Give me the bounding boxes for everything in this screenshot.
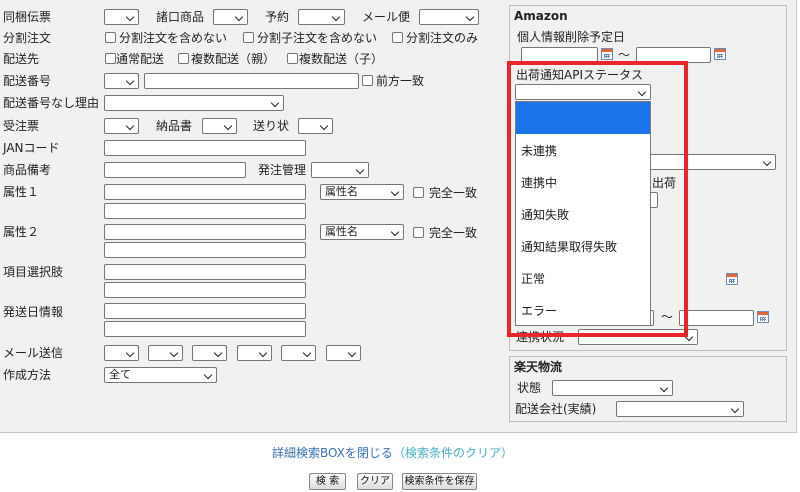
clear-button[interactable]: クリア [357,473,393,490]
haiso-nashi-label: 配送番号なし理由 [3,96,100,110]
bunkatsu-label: 分割注文 [3,31,52,45]
zokusei1-kanzen-checkbox[interactable] [413,187,424,198]
nohinsho-label: 納品書 [156,119,193,133]
zokusei1-label: 属性１ [3,185,40,199]
hasso-input-2[interactable] [104,321,306,337]
kojin-label: 個人情報削除予定日 [517,30,626,44]
dokon-label: 同梱伝票 [3,10,52,24]
zokusei1-input-1[interactable] [104,184,306,200]
haisosaki-checkbox-3[interactable] [287,53,298,64]
okurijo-label: 送り状 [253,119,290,133]
zokusei1-name-select[interactable]: 属性名 [320,184,404,200]
bunkatsu-opt3-label: 分割注文のみ [406,31,479,45]
komoku-input-1[interactable] [104,264,306,280]
haisosaki-checkbox-2[interactable] [178,53,189,64]
jotai-label: 状態 [517,381,542,395]
jan-input[interactable] [104,140,306,156]
hatchu-label: 発注管理 [258,163,307,177]
save-conditions-button[interactable]: 検索条件を保存 [402,473,477,490]
shohin-biko-label: 商品備考 [3,163,52,177]
sakusei-select[interactable]: 全て [104,367,217,383]
mail-soshin-select-1[interactable] [104,345,139,361]
haisosaki-opt3-label: 複数配送（子） [299,52,384,66]
bunkatsu-checkbox-3[interactable] [392,32,403,43]
haisosaki-checkbox-1[interactable] [105,53,116,64]
zokusei2-input-2[interactable] [104,242,306,258]
zokusei2-name-value: 属性名 [325,225,358,238]
jotai-select[interactable] [552,380,673,396]
yoyaku-label: 予約 [265,10,290,24]
mail-soshin-select-3[interactable] [192,345,227,361]
bunkatsu-opt2-label: 分割子注文を含めない [257,31,378,45]
haiso-bango-label: 配送番号 [3,74,52,88]
close-search-box-link[interactable]: 詳細検索BOXを閉じる [272,446,393,460]
zokusei1-name-value: 属性名 [325,185,358,198]
zenpo-itchi-checkbox[interactable] [362,75,373,86]
komoku-label: 項目選択肢 [3,265,64,279]
mail-soshin-select-4[interactable] [237,345,272,361]
mail-soshin-select-5[interactable] [281,345,316,361]
juchu-select[interactable] [104,118,139,134]
mail-soshin-select-6[interactable] [326,345,361,361]
sakusei-value: 全て [109,368,131,381]
clear-conditions-link[interactable]: （検索条件のクリア） [393,446,513,460]
zokusei2-kanzen-label: 完全一致 [429,226,478,240]
mail-bin-select[interactable] [419,9,479,25]
mail-soshin-select-2[interactable] [148,345,183,361]
komoku-input-2[interactable] [104,282,306,298]
haiso-bango-input[interactable] [144,73,359,89]
bunkatsu-checkbox-2[interactable] [243,32,254,43]
calendar-icon[interactable] [726,273,738,285]
shoguchi-select[interactable] [213,9,248,25]
hasso-label: 発送日情報 [3,305,64,319]
zokusei1-input-2[interactable] [104,203,306,219]
calendar-icon[interactable] [714,48,726,60]
zokusei2-kanzen-checkbox[interactable] [413,227,424,238]
zenpo-itchi-label: 前方一致 [376,74,425,88]
mail-soshin-label: メール送信 [3,346,64,360]
okurijo-select[interactable] [298,118,333,134]
shohin-biko-input[interactable] [104,162,246,178]
amazon-title: Amazon [514,9,568,23]
haiso-gaisha-label: 配送会社(実績) [515,402,597,416]
highlight-frame [507,61,688,337]
tilde-label: ～ [618,48,631,62]
renkei-date-to[interactable] [679,310,754,326]
bunkatsu-opt1-label: 分割注文を含めない [119,31,228,45]
dokon-select[interactable] [104,9,139,25]
jan-label: JANコード [3,141,60,155]
hasso-input-1[interactable] [104,303,306,319]
search-button[interactable]: 検 索 [309,473,346,490]
zokusei2-input-1[interactable] [104,224,306,240]
sakusei-label: 作成方法 [3,368,52,382]
zokusei1-kanzen-label: 完全一致 [429,186,478,200]
calendar-icon[interactable] [757,311,769,323]
haiso-gaisha-select[interactable] [616,401,744,417]
haisosaki-label: 配送先 [3,52,40,66]
yoyaku-select[interactable] [298,9,345,25]
calendar-icon[interactable] [601,48,613,60]
zokusei2-label: 属性２ [3,225,40,239]
haisosaki-opt2-label: 複数配送（親） [191,52,276,66]
mail-bin-label: メール便 [362,10,411,24]
zokusei2-name-select[interactable]: 属性名 [320,224,404,240]
nohinsho-select[interactable] [202,118,237,134]
hatchu-select[interactable] [311,162,369,178]
juchu-label: 受注票 [3,119,40,133]
haisosaki-opt1-label: 通常配送 [116,52,165,66]
bunkatsu-checkbox-1[interactable] [105,32,116,43]
haiso-bango-select[interactable] [104,73,139,89]
rakuten-title: 楽天物流 [514,360,563,374]
haiso-nashi-select[interactable] [104,95,284,111]
shoguchi-label: 諸口商品 [156,10,205,24]
